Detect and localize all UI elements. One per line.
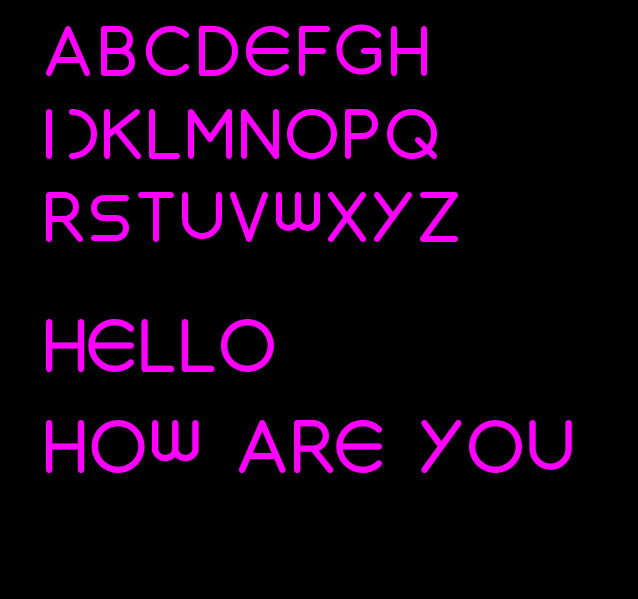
glyph-row-4 [46,319,274,372]
glyph-e [88,319,134,372]
glyph-o [287,109,337,159]
font-specimen: ABCDEFGH IJKLMNOPQ RSTUVWXYZ HELLO HOW A… [0,0,638,599]
glyph-g [336,24,381,75]
glyph-o [220,319,274,372]
glyph-w [276,192,320,231]
glyph-h [46,420,85,473]
glyph-r [294,420,334,473]
glyph-j [69,109,97,159]
glyph-l [141,319,175,372]
glyph-b [101,26,135,76]
glyph-e [245,26,289,76]
glyph-y [421,420,462,473]
glyph-o [91,420,145,473]
glyph-a [46,26,90,76]
glyph-row-3 [46,192,458,242]
glyph-row-5 [46,420,572,473]
glyph-row-1 [46,24,427,76]
glyph-u [529,420,572,470]
glyph-l [149,109,180,159]
glyph-k [104,109,141,159]
glyph-w [152,420,199,462]
glyph-y [374,192,412,242]
glyph-u [182,192,222,239]
glyph-s [91,195,129,241]
glyph-z [420,192,458,242]
glyph-v [230,192,268,242]
glyph-n [241,109,279,159]
glyph-h [46,319,85,372]
glyph-p [345,109,378,159]
glyph-x [328,192,366,242]
glyph-c [145,26,189,76]
glyph-m [188,109,232,159]
glyph-r [46,192,83,242]
glyph-e [336,420,383,473]
glyph-l [181,319,215,372]
glyph-t [138,192,174,242]
glyph-a [238,420,286,473]
glyph-f [299,26,330,76]
glyph-row-2 [46,109,437,159]
glyph-canvas [46,24,572,473]
glyph-d [199,26,238,76]
glyph-q [387,109,437,159]
glyph-h [391,26,427,76]
glyph-o [468,420,522,473]
